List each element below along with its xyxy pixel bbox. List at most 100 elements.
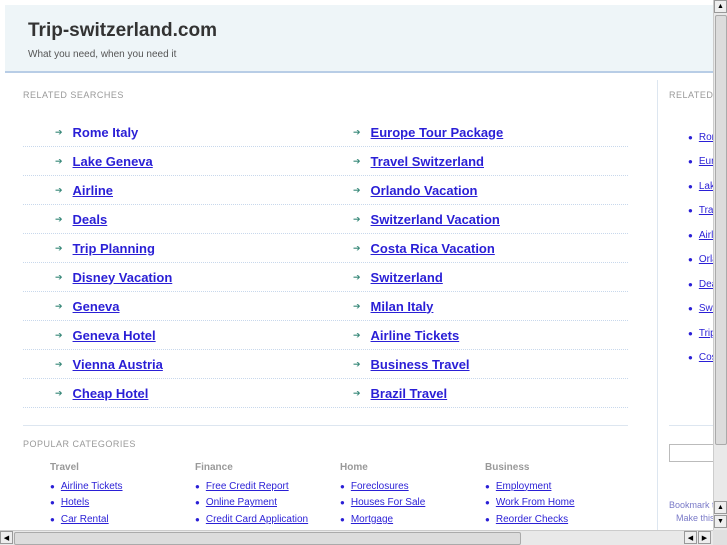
category-link[interactable]: Airline Tickets xyxy=(61,481,123,492)
related-link[interactable]: Brazil Travel xyxy=(371,386,448,401)
arrow-icon: ➔ xyxy=(353,300,361,311)
related-link[interactable]: Geneva xyxy=(73,299,120,314)
related-link[interactable]: Geneva Hotel xyxy=(73,328,156,343)
related-item: ➔ Brazil Travel xyxy=(314,386,605,401)
bullet-icon: ● xyxy=(340,481,345,491)
related-link[interactable]: Milan Italy xyxy=(371,299,434,314)
related-link[interactable]: Costa Rica Vacation xyxy=(371,241,495,256)
vertical-scrollbar[interactable]: ▲ ▲ ▼ xyxy=(713,0,727,530)
list-item: ● Costa Rica Vacation xyxy=(688,346,713,371)
scroll-left-icon[interactable]: ◀ xyxy=(0,531,13,544)
related-item: ➔ Lake Geneva xyxy=(23,154,314,169)
horizontal-scroll-thumb[interactable] xyxy=(14,532,521,545)
sidebar-link[interactable]: Orlando Vacation xyxy=(699,254,713,265)
sidebar-link[interactable]: Rome Italy xyxy=(699,132,713,143)
bullet-icon: ● xyxy=(340,514,345,524)
list-item: ● Airline xyxy=(688,223,713,248)
list-item: ● Employment xyxy=(485,478,630,495)
homepage-link[interactable]: Make this your homepage xyxy=(676,513,713,523)
related-row: ➔ Vienna Austria ➔ Business Travel xyxy=(23,350,628,379)
sidebar-link[interactable]: Trip Planning xyxy=(699,328,713,339)
related-row: ➔ Deals ➔ Switzerland Vacation xyxy=(23,205,628,234)
category-title: Travel xyxy=(50,462,79,473)
scroll-right-icon[interactable]: ▶ xyxy=(698,531,711,544)
sidebar-link[interactable]: Airline xyxy=(699,230,713,241)
related-link[interactable]: Lake Geneva xyxy=(73,154,153,169)
related-row: ➔ Lake Geneva ➔ Travel Switzerland xyxy=(23,147,628,176)
arrow-icon: ➔ xyxy=(353,271,361,282)
related-link[interactable]: Airline Tickets xyxy=(371,328,460,343)
vertical-scroll-thumb[interactable] xyxy=(715,15,727,445)
bullet-icon: ● xyxy=(340,498,345,508)
sidebar-link[interactable]: Switzerland Vacation xyxy=(699,303,713,314)
arrow-icon: ➔ xyxy=(353,126,361,137)
page-viewport: Trip-switzerland.com What you need, when… xyxy=(0,0,713,530)
bullet-icon: ● xyxy=(688,255,693,265)
related-link[interactable]: Disney Vacation xyxy=(73,270,173,285)
category-link[interactable]: Foreclosures xyxy=(351,481,409,492)
category-link[interactable]: Free Credit Report xyxy=(206,481,289,492)
scroll-down-icon[interactable]: ▼ xyxy=(714,515,727,528)
bullet-icon: ● xyxy=(688,230,693,240)
related-row: ➔ Geneva Hotel ➔ Airline Tickets xyxy=(23,321,628,350)
related-link[interactable]: Deals xyxy=(73,212,108,227)
related-link[interactable]: Rome Italy xyxy=(73,125,139,140)
category-link[interactable]: Credit Card Application xyxy=(206,514,308,525)
sidebar-link[interactable]: Lake Geneva xyxy=(699,181,713,192)
category-link[interactable]: Reorder Checks xyxy=(496,514,568,525)
arrow-icon: ➔ xyxy=(353,387,361,398)
sidebar: RELATED ●Rome Italy●Europe Tour Package●… xyxy=(657,80,713,530)
category-link[interactable]: Online Payment xyxy=(206,497,277,508)
category-link[interactable]: Houses For Sale xyxy=(351,497,425,508)
scroll-up-icon[interactable]: ▲ xyxy=(714,0,727,13)
related-link[interactable]: Orlando Vacation xyxy=(371,183,478,198)
bullet-icon: ● xyxy=(485,481,490,491)
list-item: ● Mortgage xyxy=(340,511,485,528)
related-row: ➔ Cheap Hotel ➔ Brazil Travel xyxy=(23,379,628,408)
bullet-icon: ● xyxy=(195,481,200,491)
sidebar-link[interactable]: Deals xyxy=(699,279,713,290)
category-link[interactable]: Work From Home xyxy=(496,497,575,508)
list-item: ● Airline Tickets xyxy=(50,478,195,495)
sidebar-divider xyxy=(669,425,713,426)
site-tagline: What you need, when you need it xyxy=(28,49,177,60)
related-row: ➔ Airline ➔ Orlando Vacation xyxy=(23,176,628,205)
related-link[interactable]: Airline xyxy=(73,183,113,198)
category-link[interactable]: Mortgage xyxy=(351,514,393,525)
category-column: Home ● Foreclosures ● Houses For Sale ● Mortga… xyxy=(340,462,485,528)
arrow-icon: ➔ xyxy=(55,213,63,224)
sidebar-link[interactable]: Costa Rica Vacation xyxy=(699,352,713,363)
related-link[interactable]: Travel Switzerland xyxy=(371,154,484,169)
category-column: Finance ● Free Credit Report ● Online Paymen… xyxy=(195,462,340,528)
related-row: ➔ Geneva ➔ Milan Italy xyxy=(23,292,628,321)
related-link[interactable]: Business Travel xyxy=(371,357,470,372)
related-link[interactable]: Switzerland Vacation xyxy=(371,212,500,227)
list-item: ● Work From Home xyxy=(485,495,630,512)
scroll-up-icon[interactable]: ▲ xyxy=(714,501,727,514)
bookmark-link[interactable]: Bookmark this page xyxy=(669,500,713,510)
bullet-icon: ● xyxy=(50,481,55,491)
category-column: Business ● Employment ● Work From Home ● Reord… xyxy=(485,462,630,528)
category-link[interactable]: Employment xyxy=(496,481,552,492)
horizontal-scrollbar[interactable]: ◀ ◀ ▶ xyxy=(0,530,713,545)
list-item: ● Orlando Vacation xyxy=(688,248,713,273)
list-item: ● Deals xyxy=(688,272,713,297)
category-link[interactable]: Car Rental xyxy=(61,514,109,525)
related-item: ➔ Rome Italy xyxy=(23,125,314,140)
related-link[interactable]: Trip Planning xyxy=(73,241,155,256)
related-item: ➔ Geneva xyxy=(23,299,314,314)
related-row: ➔ Trip Planning ➔ Costa Rica Vacation xyxy=(23,234,628,263)
related-link[interactable]: Vienna Austria xyxy=(73,357,163,372)
scroll-left-icon[interactable]: ◀ xyxy=(684,531,697,544)
arrow-icon: ➔ xyxy=(353,184,361,195)
sidebar-link[interactable]: Travel Switzerland xyxy=(699,205,713,216)
sidebar-link[interactable]: Europe Tour Package xyxy=(699,156,713,167)
arrow-icon: ➔ xyxy=(55,126,63,137)
related-item: ➔ Geneva Hotel xyxy=(23,328,314,343)
related-link[interactable]: Cheap Hotel xyxy=(73,386,149,401)
related-link[interactable]: Europe Tour Package xyxy=(371,125,504,140)
category-link[interactable]: Hotels xyxy=(61,497,89,508)
list-item: ● Rome Italy xyxy=(688,125,713,150)
related-link[interactable]: Switzerland xyxy=(371,270,443,285)
sidebar-search-input[interactable] xyxy=(669,444,713,462)
